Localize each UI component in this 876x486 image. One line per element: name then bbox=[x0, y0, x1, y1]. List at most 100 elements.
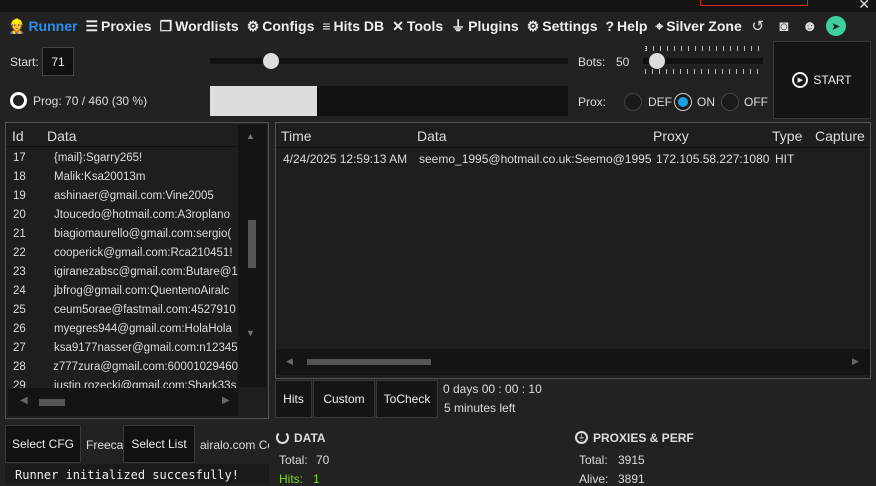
proxy-alive-label: Alive: bbox=[579, 472, 609, 486]
data-section-title: DATA bbox=[294, 431, 326, 445]
list-item[interactable]: 27 ksa9177nasser@gmail.com:n12345 bbox=[6, 338, 238, 357]
prox-off-label: OFF bbox=[744, 95, 768, 109]
discord-icon[interactable]: ☻ bbox=[800, 16, 820, 36]
data-total-label: Total: bbox=[279, 453, 308, 467]
col-time[interactable]: Time bbox=[281, 128, 312, 144]
bots-value: 50 bbox=[616, 55, 630, 69]
row-data: igiranezabsc@gmail.com:Butare@1 bbox=[54, 265, 238, 278]
list-item[interactable]: 23 igiranezabsc@gmail.com:Butare@1 bbox=[6, 262, 238, 281]
list-item[interactable]: 22 cooperick@gmail.com:Rca210451! bbox=[6, 243, 238, 262]
tab-tocheck[interactable]: ToCheck bbox=[376, 380, 438, 418]
select-cfg-button[interactable]: Select CFG bbox=[5, 425, 81, 463]
proxies-section-title: PROXIES & PERF bbox=[593, 431, 694, 445]
nav-hits-db[interactable]: ≡ Hits DB bbox=[322, 18, 384, 34]
log-output: Runner initialized succesfully! bbox=[5, 464, 269, 484]
tools-icon: ✕ bbox=[392, 17, 404, 34]
history-icon[interactable]: ↺ bbox=[748, 16, 768, 36]
prox-radio-def[interactable] bbox=[624, 93, 642, 111]
config-name: Freecas bbox=[86, 438, 123, 452]
prox-def-label: DEF bbox=[648, 95, 672, 109]
nav-settings[interactable]: ⚙ Settings bbox=[527, 18, 598, 35]
col-id[interactable]: Id bbox=[6, 128, 47, 146]
nav-tools[interactable]: ✕ Tools bbox=[392, 18, 443, 35]
list-item[interactable]: 29 justin.rozecki@gmail.com:Shark33s bbox=[6, 376, 238, 389]
tab-custom[interactable]: Custom bbox=[313, 380, 375, 418]
nav-proxies[interactable]: ☰ Proxies bbox=[85, 18, 151, 35]
plug-icon: ⏚ bbox=[451, 18, 466, 34]
progress-fill bbox=[210, 86, 318, 116]
progress-bar bbox=[210, 86, 568, 116]
scroll-thumb[interactable] bbox=[248, 220, 256, 268]
row-id: 24 bbox=[13, 284, 26, 297]
row-data: ashinaer@gmail.com:Vine2005 bbox=[54, 189, 214, 202]
start-input[interactable]: 71 bbox=[42, 47, 74, 76]
row-data: myegres944@gmail.com:HolaHola bbox=[54, 322, 232, 335]
nav-label: Runner bbox=[28, 18, 78, 34]
hscroll-thumb[interactable] bbox=[39, 399, 65, 406]
prox-radio-off[interactable] bbox=[721, 93, 739, 111]
nav-configs[interactable]: ⚙ Configs bbox=[247, 18, 315, 35]
col-proxy[interactable]: Proxy bbox=[653, 128, 689, 144]
row-id: 22 bbox=[13, 246, 26, 259]
scroll-up-icon[interactable]: ▲ bbox=[246, 131, 255, 141]
gear-icon: ⚙ bbox=[526, 17, 540, 34]
vertical-scrollbar[interactable]: ▲ ▼ bbox=[238, 125, 266, 387]
col-data[interactable]: Data bbox=[47, 128, 77, 146]
nav-label: Settings bbox=[542, 18, 598, 34]
col-type[interactable]: Type bbox=[772, 128, 802, 144]
row-id: 18 bbox=[13, 170, 26, 183]
row-data: {mail}:Sgarry265! bbox=[54, 151, 143, 164]
list-item[interactable]: 20 Jtoucedo@hotmail.com:A3roplano bbox=[6, 205, 238, 224]
elapsed-time: 0 days 00 : 00 : 10 bbox=[443, 382, 542, 396]
scroll-down-icon[interactable]: ▼ bbox=[246, 328, 255, 338]
main-nav: 👷 Runner ☰ Proxies ❐ Wordlists ⚙ Configs ≡ Hits D… bbox=[0, 12, 876, 40]
start-button[interactable]: ▶ START bbox=[773, 41, 871, 119]
bots-slider-thumb[interactable] bbox=[649, 53, 665, 69]
prox-label: Prox: bbox=[578, 95, 607, 109]
scroll-right-icon[interactable]: ▶ bbox=[852, 356, 859, 367]
list-item[interactable]: 18 Malik:Ksa20013m bbox=[6, 167, 238, 186]
hit-time: 4/24/2025 12:59:13 AM bbox=[283, 151, 408, 166]
list-item[interactable]: 19 ashinaer@gmail.com:Vine2005 bbox=[6, 186, 238, 205]
row-data: Jtoucedo@hotmail.com:A3roplano bbox=[54, 208, 230, 221]
horizontal-scrollbar[interactable]: ◀ ▶ bbox=[276, 349, 870, 375]
list-item[interactable]: 28 z777zura@gmail.com:60001029460 bbox=[6, 357, 238, 376]
camera-icon[interactable]: ◙ bbox=[774, 16, 794, 36]
bots-label: Bots: bbox=[578, 55, 606, 69]
nav-help[interactable]: ? Help bbox=[605, 18, 647, 34]
horizontal-scrollbar[interactable]: ◀ ▶ bbox=[8, 388, 238, 416]
start-slider-thumb[interactable] bbox=[262, 53, 279, 69]
telegram-icon[interactable]: ➤ bbox=[825, 16, 846, 36]
nav-wordlists[interactable]: ❐ Wordlists bbox=[160, 18, 239, 35]
table-row[interactable]: 4/24/2025 12:59:13 AM seemo_1995@hotmail… bbox=[276, 149, 870, 168]
prox-on-label: ON bbox=[697, 95, 715, 109]
tab-hits[interactable]: Hits bbox=[275, 380, 312, 418]
list-item[interactable]: 25 ceum5orae@fastmail.com:4527910 bbox=[6, 300, 238, 319]
server-icon: ☰ bbox=[85, 17, 98, 34]
hit-proxy: 172.105.58.227:1080 bbox=[656, 151, 770, 166]
nav-plugins[interactable]: ⏚ Plugins bbox=[451, 16, 519, 36]
hscroll-thumb[interactable] bbox=[307, 359, 431, 365]
scroll-left-icon[interactable]: ◀ bbox=[20, 395, 28, 406]
list-item[interactable]: 21 biagiomaurello@gmail.com:sergio( bbox=[6, 224, 238, 243]
row-id: 20 bbox=[13, 208, 26, 221]
col-capture[interactable]: Capture bbox=[815, 128, 865, 144]
prox-radio-on[interactable] bbox=[674, 93, 692, 111]
list-item[interactable]: 26 myegres944@gmail.com:HolaHola bbox=[6, 319, 238, 338]
worker-icon: 👷 bbox=[8, 17, 26, 34]
row-data: justin.rozecki@gmail.com:Shark33s bbox=[54, 379, 237, 389]
database-icon: ≡ bbox=[322, 18, 331, 34]
list-item[interactable]: 24 jbfrog@gmail.com:QuentenoAiralc bbox=[6, 281, 238, 300]
select-list-button[interactable]: Select List bbox=[123, 425, 195, 463]
title-highlight bbox=[700, 0, 808, 6]
col-data[interactable]: Data bbox=[417, 128, 447, 144]
nav-runner[interactable]: 👷 Runner bbox=[8, 18, 77, 35]
nav-silver-zone[interactable]: ⌖ Silver Zone bbox=[655, 18, 741, 35]
list-item[interactable]: 17 {mail}:Sgarry265! bbox=[6, 148, 238, 167]
proxy-total-value: 3915 bbox=[618, 453, 645, 467]
scroll-right-icon[interactable]: ▶ bbox=[222, 395, 230, 406]
row-id: 26 bbox=[13, 322, 26, 335]
row-id: 21 bbox=[13, 227, 26, 240]
list-name: airalo.com Co bbox=[200, 438, 269, 452]
scroll-left-icon[interactable]: ◀ bbox=[286, 356, 293, 367]
